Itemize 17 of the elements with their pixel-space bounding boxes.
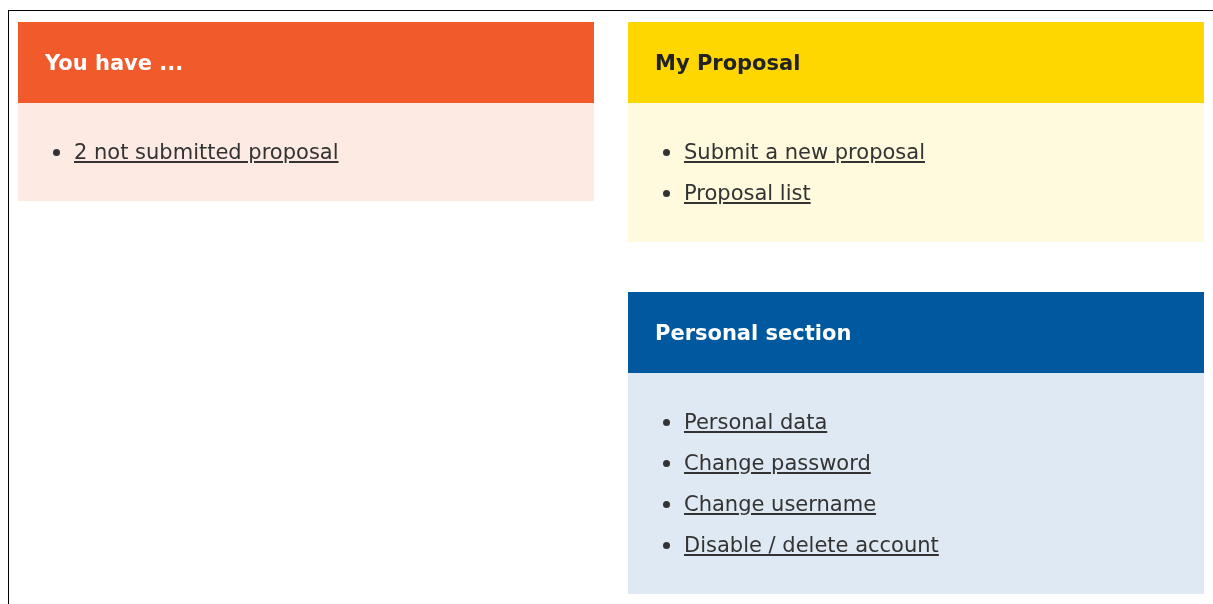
bullet-icon [663,541,670,549]
panel-header: My Proposal [628,22,1204,103]
link[interactable]: Submit a new proposal [684,140,925,164]
panel-header: Personal section [628,292,1204,373]
bullet-icon [663,418,670,426]
bullet-icon [663,500,670,508]
link[interactable]: 2 not submitted proposal [74,140,339,164]
link[interactable]: Change password [684,451,871,475]
link[interactable]: Personal data [684,410,828,434]
bullet-icon [663,148,670,156]
link[interactable]: Proposal list [684,181,811,205]
panel-header: You have ... [18,22,594,103]
bullet-icon [663,459,670,467]
link[interactable]: Disable / delete account [684,533,939,557]
bullet-icon [663,189,670,197]
link[interactable]: Change username [684,492,877,516]
bullet-icon [53,148,60,156]
